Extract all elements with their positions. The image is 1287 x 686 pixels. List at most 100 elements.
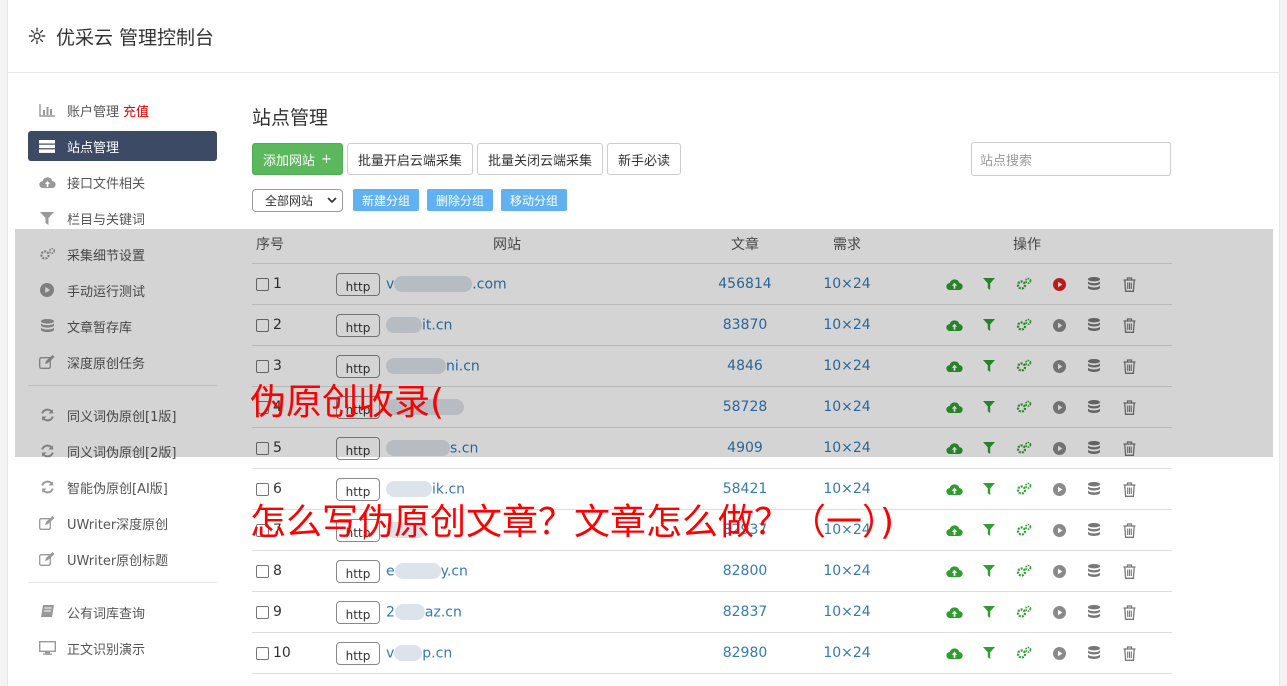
- filter-icon[interactable]: [980, 521, 998, 539]
- filter-icon[interactable]: [980, 439, 998, 457]
- need-value[interactable]: 10×24: [811, 304, 883, 346]
- batch-close-button[interactable]: 批量关闭云端采集: [476, 143, 603, 175]
- upload-interface-icon[interactable]: [945, 357, 963, 375]
- row-checkbox[interactable]: [256, 605, 269, 619]
- need-value[interactable]: 10×24: [811, 386, 883, 428]
- trash-icon[interactable]: [1120, 603, 1138, 621]
- database-icon[interactable]: [1085, 644, 1103, 662]
- need-value[interactable]: 10×24: [811, 632, 883, 674]
- trash-icon[interactable]: [1120, 644, 1138, 662]
- article-count[interactable]: 4846: [679, 345, 811, 387]
- play-icon[interactable]: [1050, 357, 1068, 375]
- row-checkbox[interactable]: [256, 359, 269, 373]
- batch-open-button[interactable]: 批量开启云端采集: [346, 143, 473, 175]
- need-value[interactable]: 10×24: [811, 427, 883, 469]
- group-select[interactable]: 全部网站: [252, 188, 343, 212]
- settings-gears-icon[interactable]: [1015, 357, 1033, 375]
- play-icon[interactable]: [1050, 521, 1068, 539]
- settings-gears-icon[interactable]: [1015, 275, 1033, 293]
- settings-gears-icon[interactable]: [1015, 398, 1033, 416]
- upload-interface-icon[interactable]: [945, 316, 963, 334]
- database-icon[interactable]: [1085, 316, 1103, 334]
- play-icon[interactable]: [1050, 439, 1068, 457]
- upload-interface-icon[interactable]: [945, 603, 963, 621]
- database-icon[interactable]: [1085, 480, 1103, 498]
- settings-gears-icon[interactable]: [1015, 480, 1033, 498]
- play-icon[interactable]: [1050, 603, 1068, 621]
- sidebar-item[interactable]: UWriter深度原创: [28, 508, 217, 538]
- sidebar-item[interactable]: 正文识别演示: [28, 633, 217, 663]
- trash-icon[interactable]: [1120, 357, 1138, 375]
- site-domain-suffix[interactable]: ni.cn: [446, 358, 480, 374]
- upload-interface-icon[interactable]: [945, 398, 963, 416]
- play-icon[interactable]: [1050, 316, 1068, 334]
- trash-icon[interactable]: [1120, 398, 1138, 416]
- settings-gears-icon[interactable]: [1015, 603, 1033, 621]
- article-count[interactable]: 83870: [679, 304, 811, 346]
- article-count[interactable]: 58728: [679, 386, 811, 428]
- database-icon[interactable]: [1085, 357, 1103, 375]
- play-icon[interactable]: [1050, 644, 1068, 662]
- database-icon[interactable]: [1085, 603, 1103, 621]
- filter-icon[interactable]: [980, 644, 998, 662]
- site-domain-suffix[interactable]: .com: [472, 276, 506, 292]
- sidebar-item[interactable]: 智能伪原创[AI版]: [28, 472, 217, 502]
- database-icon[interactable]: [1085, 275, 1103, 293]
- sidebar-item[interactable]: 同义词伪原创[1版]: [28, 400, 217, 430]
- trash-icon[interactable]: [1120, 562, 1138, 580]
- site-domain-suffix[interactable]: az.cn: [425, 604, 462, 620]
- site-domain-prefix[interactable]: 2: [386, 604, 395, 620]
- site-search-input[interactable]: 站点搜索: [971, 142, 1171, 176]
- site-domain-suffix[interactable]: s.cn: [450, 440, 478, 456]
- settings-gears-icon[interactable]: [1015, 521, 1033, 539]
- site-domain-prefix[interactable]: e: [386, 563, 395, 579]
- database-icon[interactable]: [1085, 521, 1103, 539]
- site-domain-suffix[interactable]: p.cn: [422, 645, 452, 661]
- article-count[interactable]: 82800: [679, 550, 811, 592]
- need-value[interactable]: 10×24: [811, 263, 883, 305]
- site-domain-suffix[interactable]: y.cn: [441, 563, 468, 579]
- play-icon[interactable]: [1050, 398, 1068, 416]
- filter-icon[interactable]: [980, 603, 998, 621]
- play-running-icon[interactable]: [1050, 275, 1068, 293]
- site-domain-prefix[interactable]: v: [386, 645, 394, 661]
- site-domain-prefix[interactable]: v: [386, 276, 394, 292]
- recharge-link[interactable]: 充值: [123, 101, 149, 120]
- new-group-button[interactable]: 新建分组: [353, 189, 420, 211]
- sidebar-item[interactable]: 采集细节设置: [28, 239, 217, 269]
- row-checkbox[interactable]: [256, 646, 269, 660]
- sidebar-item[interactable]: 同义词伪原创[2版]: [28, 436, 217, 466]
- sidebar-item[interactable]: 接口文件相关: [28, 167, 217, 197]
- site-domain-suffix[interactable]: it.cn: [422, 317, 452, 333]
- filter-icon[interactable]: [980, 357, 998, 375]
- trash-icon[interactable]: [1120, 480, 1138, 498]
- upload-interface-icon[interactable]: [945, 521, 963, 539]
- filter-icon[interactable]: [980, 562, 998, 580]
- article-count[interactable]: 82837: [679, 591, 811, 633]
- settings-gears-icon[interactable]: [1015, 439, 1033, 457]
- row-checkbox[interactable]: [256, 441, 269, 455]
- add-site-button[interactable]: 添加网站 +: [252, 143, 343, 175]
- sidebar-item[interactable]: UWriter原创标题: [28, 544, 217, 574]
- row-checkbox[interactable]: [256, 318, 269, 332]
- settings-gears-icon[interactable]: [1015, 644, 1033, 662]
- upload-interface-icon[interactable]: [945, 562, 963, 580]
- guide-button[interactable]: 新手必读: [606, 143, 681, 175]
- row-checkbox[interactable]: [256, 277, 269, 291]
- database-icon[interactable]: [1085, 562, 1103, 580]
- need-value[interactable]: 10×24: [811, 591, 883, 633]
- trash-icon[interactable]: [1120, 521, 1138, 539]
- sidebar-item[interactable]: 文章暂存库: [28, 311, 217, 341]
- settings-gears-icon[interactable]: [1015, 562, 1033, 580]
- upload-interface-icon[interactable]: [945, 644, 963, 662]
- play-icon[interactable]: [1050, 480, 1068, 498]
- article-count[interactable]: 82980: [679, 632, 811, 674]
- trash-icon[interactable]: [1120, 316, 1138, 334]
- filter-icon[interactable]: [980, 275, 998, 293]
- trash-icon[interactable]: [1120, 275, 1138, 293]
- filter-icon[interactable]: [980, 316, 998, 334]
- database-icon[interactable]: [1085, 439, 1103, 457]
- need-value[interactable]: 10×24: [811, 550, 883, 592]
- upload-interface-icon[interactable]: [945, 480, 963, 498]
- need-value[interactable]: 10×24: [811, 345, 883, 387]
